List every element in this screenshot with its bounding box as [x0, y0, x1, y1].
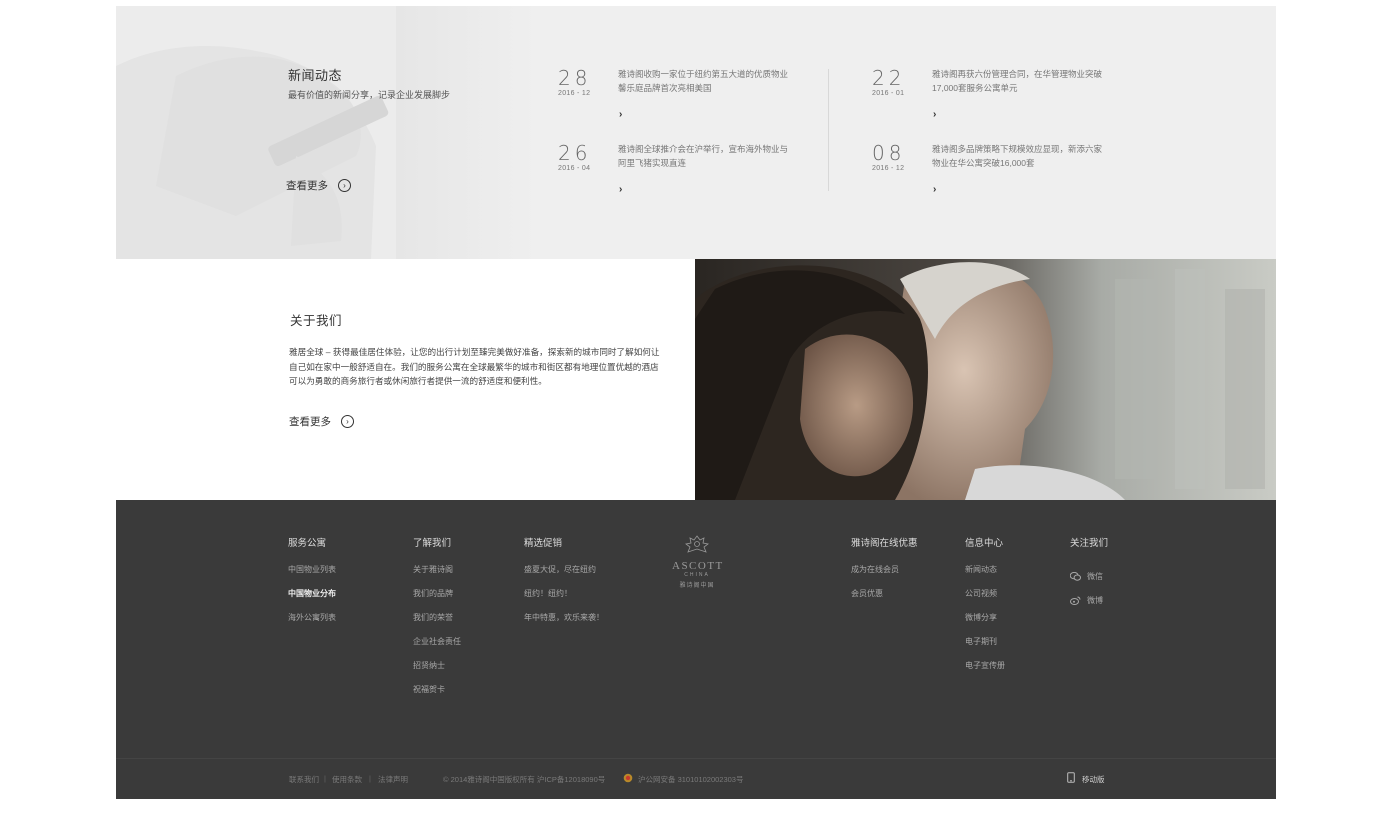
footer-link[interactable]: 新闻动态 — [965, 564, 1005, 588]
footer-column-info-center: 信息中心 新闻动态 公司视频 微博分享 电子期刊 电子宣传册 — [965, 535, 1005, 684]
footer-link[interactable]: 公司视频 — [965, 588, 1005, 612]
footer-column-title: 关注我们 — [1070, 538, 1109, 549]
separator: | — [324, 774, 326, 783]
logo-subtitle: CHINA — [684, 572, 710, 578]
news-subtitle: 最有价值的新闻分享，记录企业发展脚步 — [288, 90, 451, 100]
footer-link[interactable]: 盛夏大促，尽在纽约 — [524, 564, 604, 588]
chevron-right-icon[interactable]: › — [619, 184, 622, 195]
weibo-label: 微博 — [1087, 595, 1103, 605]
footer-link[interactable]: 中国物业分布 — [288, 588, 336, 612]
footer-column-promotions: 精选促销 盛夏大促，尽在纽约 纽约！纽约！ 年中特惠，欢乐来袭！ — [524, 535, 604, 636]
footer-link[interactable]: 纽约！纽约！ — [524, 588, 604, 612]
wechat-link[interactable]: 微信 — [1070, 564, 1108, 588]
news-headline[interactable]: 雅诗阁多品牌策略下规模效应显现，新添六家 物业在华公寓突破16,000套 — [932, 142, 1112, 170]
footer-link[interactable]: 中国物业列表 — [288, 564, 336, 588]
news-section: 新闻动态 最有价值的新闻分享，记录企业发展脚步 查看更多 › 28 2016 -… — [116, 6, 1276, 259]
legal-link[interactable]: 法律声明 — [378, 775, 408, 784]
footer-link[interactable]: 我们的品牌 — [413, 588, 461, 612]
news-headline[interactable]: 雅诗阁全球推介会在沪举行，宣布海外物业与 阿里飞猪实现直连 — [618, 142, 798, 170]
footer-link[interactable]: 电子宣传册 — [965, 660, 1005, 684]
logo-wordmark: ASCOTT — [672, 560, 724, 572]
chevron-right-icon[interactable]: › — [933, 109, 936, 120]
footer-column-title: 雅诗阁在线优惠 — [851, 538, 918, 549]
news-day: 28 — [558, 66, 592, 90]
news-more-link[interactable]: 查看更多 › — [286, 178, 351, 193]
footer-link[interactable]: 关于雅诗阁 — [413, 564, 461, 588]
footer-link[interactable]: 企业社会责任 — [413, 636, 461, 660]
news-day: 22 — [872, 66, 906, 90]
news-day: 08 — [872, 141, 906, 165]
footer-column-title: 信息中心 — [965, 538, 1004, 549]
footer-column-online-offers: 雅诗阁在线优惠 成为在线会员 会员优惠 — [851, 535, 918, 612]
about-more-label: 查看更多 — [289, 416, 331, 428]
news-day: 26 — [558, 141, 592, 165]
news-item[interactable]: 22 2016 - 01 雅诗阁再获六份管理合同，在华管理物业突破 17,000… — [872, 66, 1102, 128]
footer-column-title: 精选促销 — [524, 538, 563, 549]
police-record-link[interactable]: 沪公网安备 31010102002303号 — [638, 774, 743, 785]
couple-photo — [695, 259, 1276, 500]
weibo-icon — [1070, 596, 1081, 605]
footer-column-title: 了解我们 — [413, 538, 452, 549]
weibo-link[interactable]: 微博 — [1070, 588, 1108, 612]
chevron-right-circle-icon: › — [341, 415, 354, 428]
separator: | — [369, 774, 371, 783]
hand-phone-background — [116, 6, 536, 259]
news-item[interactable]: 28 2016 - 12 雅诗阁收购一家位于纽约第五大道的优质物业 馨乐庭品牌首… — [558, 66, 788, 128]
wechat-label: 微信 — [1087, 571, 1103, 581]
footer-column-follow-us: 关注我们 微信 微博 — [1070, 535, 1108, 612]
footer-column-apartments: 服务公寓 中国物业列表 中国物业分布 海外公寓列表 — [288, 535, 336, 636]
about-section: 关于我们 雅居全球 – 获得最佳居住体验，让您的出行计划至臻完美做好准备，探索新… — [116, 259, 1276, 500]
chevron-right-icon[interactable]: › — [619, 109, 622, 120]
chevron-right-icon[interactable]: › — [933, 184, 936, 195]
ascott-logo[interactable]: ASCOTT CHINA 雅诗阁中国 — [672, 534, 722, 589]
news-divider — [828, 69, 829, 191]
news-year-month: 2016 - 12 — [558, 90, 591, 97]
footer-column-title: 服务公寓 — [288, 538, 327, 549]
terms-link[interactable]: 使用条款 — [332, 775, 362, 784]
contact-us-link[interactable]: 联系我们 — [289, 775, 319, 784]
mobile-version-link[interactable]: 移动版 — [1082, 774, 1105, 785]
footer-link[interactable]: 我们的荣誉 — [413, 612, 461, 636]
news-more-label: 查看更多 — [286, 180, 328, 192]
footer-link[interactable]: 海外公寓列表 — [288, 612, 336, 636]
page-frame: 新闻动态 最有价值的新闻分享，记录企业发展脚步 查看更多 › 28 2016 -… — [116, 6, 1276, 799]
police-badge-icon — [623, 773, 633, 783]
news-year-month: 2016 - 12 — [872, 165, 905, 172]
footer-column-about: 了解我们 关于雅诗阁 我们的品牌 我们的荣誉 企业社会责任 招贤纳士 祝福贺卡 — [413, 535, 461, 708]
crest-icon — [685, 535, 709, 553]
footer-link[interactable]: 年中特惠，欢乐来袭！ — [524, 612, 604, 636]
footer-divider — [116, 758, 1276, 759]
logo-chinese-name: 雅诗阁中国 — [679, 583, 715, 589]
about-description: 雅居全球 – 获得最佳居住体验，让您的出行计划至臻完美做好准备，探索新的城市同时… — [289, 347, 660, 386]
footer: 服务公寓 中国物业列表 中国物业分布 海外公寓列表 了解我们 关于雅诗阁 我们的… — [116, 500, 1276, 799]
news-headline[interactable]: 雅诗阁收购一家位于纽约第五大道的优质物业 馨乐庭品牌首次亮相美国 — [618, 67, 798, 95]
footer-link[interactable]: 微博分享 — [965, 612, 1005, 636]
footer-link[interactable]: 会员优惠 — [851, 588, 918, 612]
footer-bottom-bar: 联系我们 | 使用条款 | 法律声明 © 2014雅诗阁中国版权所有 沪ICP备… — [116, 768, 1276, 788]
wechat-icon — [1070, 571, 1081, 581]
news-title: 新闻动态 — [288, 68, 343, 83]
footer-link[interactable]: 成为在线会员 — [851, 564, 918, 588]
news-year-month: 2016 - 01 — [872, 90, 905, 97]
about-title: 关于我们 — [290, 314, 343, 328]
footer-link[interactable]: 祝福贺卡 — [413, 684, 461, 708]
copyright-text: © 2014雅诗阁中国版权所有 沪ICP备12018090号 — [443, 775, 606, 784]
chevron-right-circle-icon: › — [338, 179, 351, 192]
mobile-phone-icon — [1067, 772, 1075, 783]
news-item[interactable]: 08 2016 - 12 雅诗阁多品牌策略下规模效应显现，新添六家 物业在华公寓… — [872, 141, 1102, 203]
news-item[interactable]: 26 2016 - 04 雅诗阁全球推介会在沪举行，宣布海外物业与 阿里飞猪实现… — [558, 141, 788, 203]
footer-link[interactable]: 电子期刊 — [965, 636, 1005, 660]
news-headline[interactable]: 雅诗阁再获六份管理合同，在华管理物业突破 17,000套服务公寓单元 — [932, 67, 1112, 95]
footer-link[interactable]: 招贤纳士 — [413, 660, 461, 684]
news-year-month: 2016 - 04 — [558, 165, 591, 172]
about-more-link[interactable]: 查看更多 › — [289, 414, 354, 429]
